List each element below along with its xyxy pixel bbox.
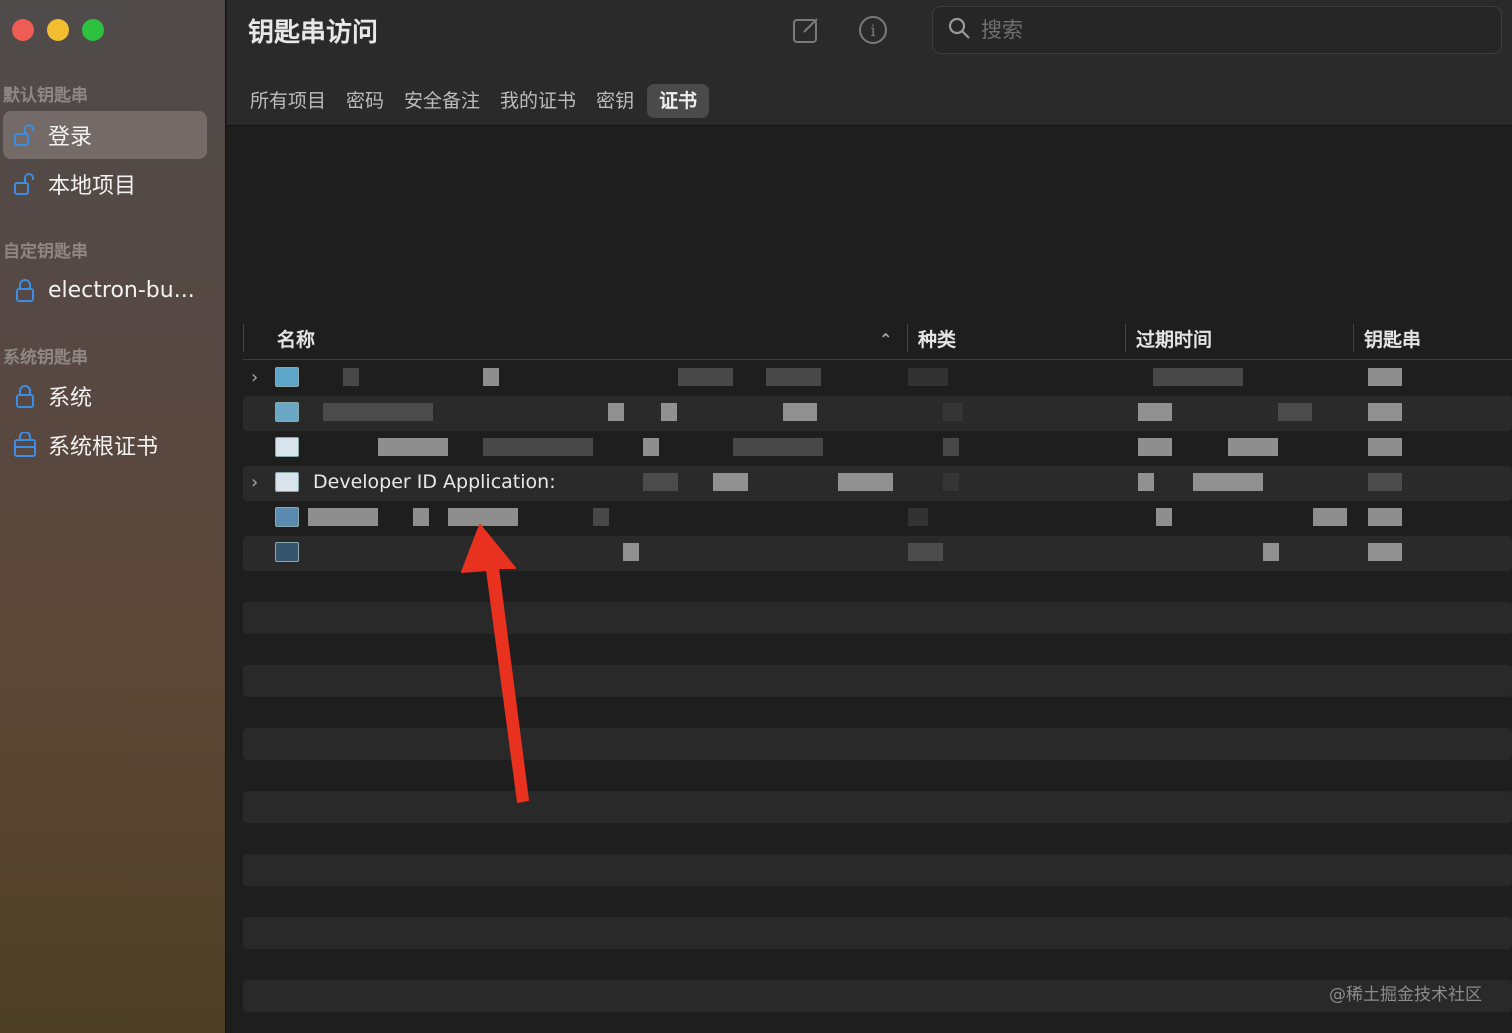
- section-system-keychains: 系统钥匙串: [3, 348, 88, 368]
- new-item-icon[interactable]: [790, 14, 822, 46]
- close-button[interactable]: [12, 19, 34, 41]
- table-row[interactable]: [243, 431, 1512, 466]
- table-row[interactable]: [243, 536, 1512, 571]
- sidebar-item-label: electron-bu...: [48, 277, 195, 303]
- tab-all-items[interactable]: 所有项目: [243, 84, 333, 118]
- certificate-list: › › Developer ID Application:: [243, 361, 1512, 1012]
- sidebar-item-system-roots[interactable]: 系统根证书: [3, 421, 207, 469]
- toolbar: 钥匙串访问 i 所有项目 密码 安全备注 我的证书 密钥 证书: [227, 0, 1512, 126]
- info-icon[interactable]: i: [857, 14, 889, 46]
- maximize-button[interactable]: [82, 19, 104, 41]
- sidebar-item-label: 系统根证书: [48, 435, 159, 460]
- sidebar-item-local[interactable]: 本地项目: [3, 160, 207, 208]
- table-header: 名称 ⌃ 种类 过期时间 钥匙串: [243, 320, 1512, 360]
- chevron-right-icon[interactable]: ›: [251, 367, 258, 388]
- column-keychain[interactable]: 钥匙串: [1364, 320, 1421, 360]
- window-controls: [12, 19, 104, 41]
- tab-passwords[interactable]: 密码: [339, 84, 391, 118]
- tab-secure-notes[interactable]: 安全备注: [397, 84, 487, 118]
- main-content: 名称 ⌃ 种类 过期时间 钥匙串 › › Developer ID Applic…: [227, 127, 1512, 1033]
- table-row[interactable]: › Developer ID Application:: [243, 466, 1512, 501]
- sidebar-item-login[interactable]: 登录: [3, 111, 207, 159]
- table-row[interactable]: [243, 396, 1512, 431]
- category-tabs: 所有项目 密码 安全备注 我的证书 密钥 证书: [243, 84, 710, 118]
- column-kind[interactable]: 种类: [918, 320, 956, 360]
- certificate-icon: [275, 507, 299, 527]
- certificate-icon: [275, 437, 299, 457]
- table-row[interactable]: ›: [243, 361, 1512, 396]
- minimize-button[interactable]: [47, 19, 69, 41]
- annotation-arrow: [461, 524, 529, 803]
- certificate-icon: [275, 472, 299, 492]
- window-title: 钥匙串访问: [248, 18, 379, 48]
- certificate-icon: [275, 367, 299, 387]
- certificate-icon: [275, 542, 299, 562]
- sidebar-item-label: 系统: [48, 386, 93, 411]
- section-custom-keychains: 自定钥匙串: [3, 242, 88, 262]
- section-default-keychains: 默认钥匙串: [3, 86, 88, 106]
- table-row[interactable]: [243, 501, 1512, 536]
- lock-icon: [11, 382, 39, 410]
- search-icon: [947, 16, 971, 44]
- unlock-icon: [11, 170, 39, 198]
- tab-certificates[interactable]: 证书: [647, 84, 710, 118]
- sidebar-item-label: 登录: [48, 125, 93, 150]
- sort-ascending-icon[interactable]: ⌃: [879, 320, 892, 360]
- unlock-icon: [11, 121, 39, 149]
- chevron-right-icon[interactable]: ›: [251, 472, 258, 493]
- column-expires[interactable]: 过期时间: [1136, 320, 1212, 360]
- certificate-icon: [275, 402, 299, 422]
- lock-icon: [11, 276, 39, 304]
- tab-my-certificates[interactable]: 我的证书: [493, 84, 583, 118]
- svg-text:i: i: [870, 21, 875, 40]
- search-input[interactable]: [981, 18, 1461, 42]
- sidebar-item-label: 本地项目: [48, 174, 137, 199]
- cabinet-icon: [11, 431, 39, 459]
- sidebar: 默认钥匙串 登录 本地项目 自定钥匙串 electron-bu... 系统钥匙串…: [0, 0, 226, 1033]
- watermark: @稀土掘金技术社区: [1329, 985, 1482, 1005]
- sidebar-item-electron[interactable]: electron-bu...: [3, 266, 207, 314]
- certificate-name: Developer ID Application:: [313, 471, 556, 493]
- tab-keys[interactable]: 密钥: [589, 84, 641, 118]
- search-field[interactable]: [932, 6, 1502, 54]
- sidebar-item-system[interactable]: 系统: [3, 372, 207, 420]
- column-name[interactable]: 名称: [277, 320, 315, 360]
